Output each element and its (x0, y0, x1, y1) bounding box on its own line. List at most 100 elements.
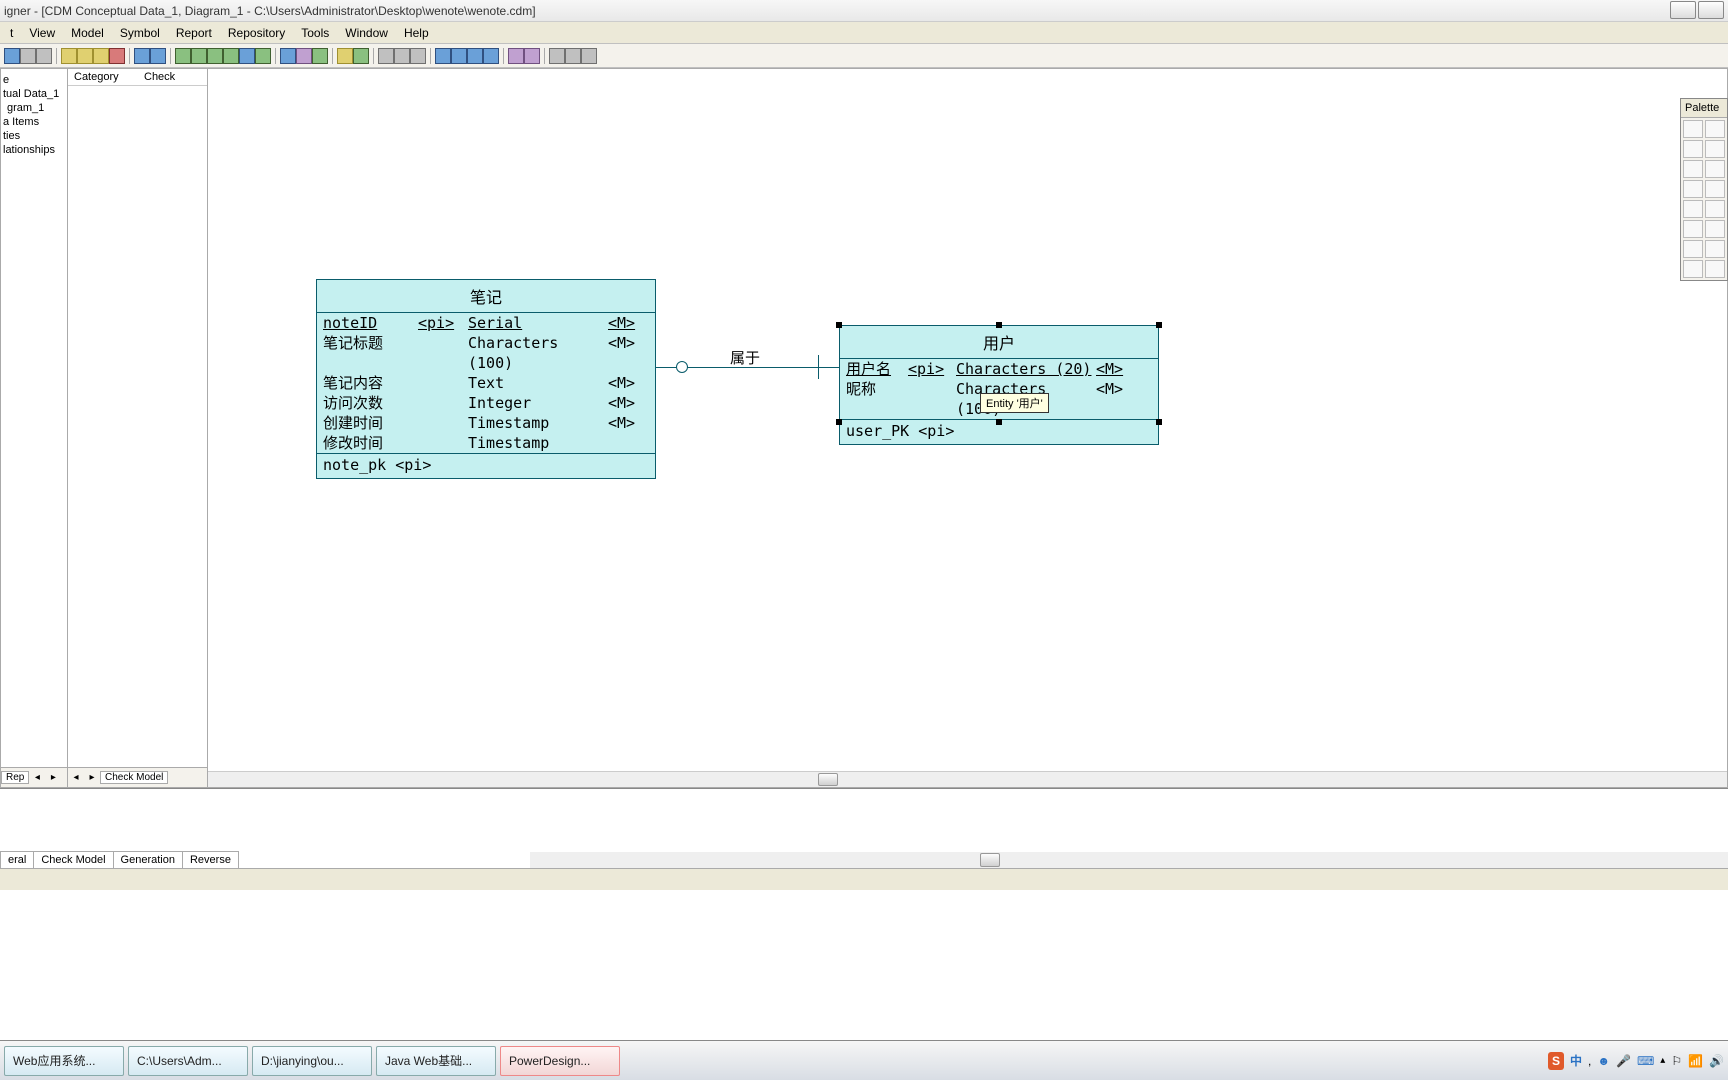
spell-icon[interactable] (337, 48, 353, 64)
check-panel[interactable]: Category Check ◂ ▸ Check Model (68, 68, 208, 788)
properties-icon[interactable] (191, 48, 207, 64)
restore-button[interactable] (1698, 1, 1724, 19)
menu-tools[interactable]: Tools (293, 24, 337, 42)
palette-title[interactable]: Palette (1681, 99, 1727, 118)
col-category[interactable]: Category (68, 69, 138, 85)
entity-note[interactable]: 笔记 noteID<pi>Serial<M> 笔记标题Characters (1… (316, 279, 656, 479)
browser-tree[interactable]: e tual Data_1 gram_1 a Items ties lation… (1, 69, 67, 161)
relationship-label[interactable]: 属于 (730, 347, 760, 368)
print-icon[interactable] (20, 48, 36, 64)
align-right-icon[interactable] (467, 48, 483, 64)
output-icon[interactable] (255, 48, 271, 64)
win-tilev-icon[interactable] (581, 48, 597, 64)
ime-lang[interactable]: 中 (1570, 1052, 1582, 1069)
output-horizontal-scrollbar[interactable] (530, 852, 1728, 868)
tab-scroll-right-icon[interactable]: ▸ (84, 772, 100, 783)
tool-pointer-icon[interactable] (1683, 120, 1703, 138)
menu-edit[interactable]: t (2, 24, 21, 42)
menu-model[interactable]: Model (63, 24, 112, 42)
tool-line-icon[interactable] (1705, 240, 1725, 258)
tool-zoomout-icon[interactable] (1705, 140, 1725, 158)
tool-zoomin-icon[interactable] (1683, 140, 1703, 158)
tray-volume-icon[interactable]: 🔊 (1709, 1054, 1724, 1068)
palette-toolbox[interactable]: Palette (1680, 98, 1728, 281)
redo-icon[interactable] (150, 48, 166, 64)
tool-link-icon[interactable] (1683, 220, 1703, 238)
tab-scroll-left-icon[interactable]: ◂ (68, 772, 84, 783)
tool-note-icon[interactable] (1705, 220, 1725, 238)
preview-icon[interactable] (36, 48, 52, 64)
tray-mic-icon[interactable]: 🎤 (1616, 1054, 1631, 1068)
list-icon[interactable] (207, 48, 223, 64)
check-icon[interactable] (223, 48, 239, 64)
font-icon[interactable] (353, 48, 369, 64)
tray-flag-icon[interactable]: ⚐ (1671, 1054, 1682, 1068)
task-item-active[interactable]: PowerDesign... (500, 1046, 620, 1076)
dist-h-icon[interactable] (508, 48, 524, 64)
win-cascade-icon[interactable] (549, 48, 565, 64)
menu-window[interactable]: Window (337, 24, 396, 42)
win-tileh-icon[interactable] (565, 48, 581, 64)
align-top-icon[interactable] (483, 48, 499, 64)
find-icon[interactable] (175, 48, 191, 64)
col-check[interactable]: Check (138, 69, 181, 85)
tab-reverse[interactable]: Reverse (182, 851, 239, 868)
tree-item[interactable]: gram_1 (3, 101, 65, 115)
tray-keyboard-icon[interactable]: ⌨ (1637, 1054, 1654, 1068)
menu-view[interactable]: View (21, 24, 63, 42)
tool-association-icon[interactable] (1705, 200, 1725, 218)
tree-item[interactable]: lationships (3, 143, 65, 157)
menu-repository[interactable]: Repository (220, 24, 293, 42)
menu-help[interactable]: Help (396, 24, 437, 42)
task-item[interactable]: D:\jianying\ou... (252, 1046, 372, 1076)
canvas-horizontal-scrollbar[interactable] (208, 771, 1727, 787)
tool-delete-icon[interactable] (1705, 160, 1725, 178)
menu-symbol[interactable]: Symbol (112, 24, 168, 42)
resize-handle[interactable] (1156, 322, 1162, 328)
paste-icon[interactable] (93, 48, 109, 64)
copy-icon[interactable] (77, 48, 93, 64)
tool-inheritance-icon[interactable] (1683, 200, 1703, 218)
resize-handle[interactable] (836, 419, 842, 425)
align-center-icon[interactable] (451, 48, 467, 64)
tab-scroll-left-icon[interactable]: ◂ (29, 772, 45, 783)
generate-icon[interactable] (280, 48, 296, 64)
entity-user[interactable]: 用户 用户名<pi>Characters (20)<M> 昵称Character… (839, 325, 1159, 445)
output-panel[interactable]: eral Check Model Generation Reverse (0, 788, 1728, 868)
align-left-icon[interactable] (435, 48, 451, 64)
task-item[interactable]: Java Web基础... (376, 1046, 496, 1076)
tray-network-icon[interactable]: 📶 (1688, 1054, 1703, 1068)
resize-handle[interactable] (996, 419, 1002, 425)
resize-handle[interactable] (836, 322, 842, 328)
task-item[interactable]: Web应用系统... (4, 1046, 124, 1076)
scrollbar-thumb[interactable] (818, 773, 838, 786)
cut-icon[interactable] (61, 48, 77, 64)
resize-handle[interactable] (996, 322, 1002, 328)
tool-rectangle-icon[interactable] (1705, 260, 1725, 278)
scrollbar-thumb[interactable] (980, 853, 1000, 867)
save-icon[interactable] (4, 48, 20, 64)
tray-face-icon[interactable]: ☻ (1597, 1054, 1610, 1068)
tab-generation[interactable]: Generation (113, 851, 183, 868)
diagram-canvas[interactable]: 笔记 noteID<pi>Serial<M> 笔记标题Characters (1… (208, 68, 1728, 788)
tree-item[interactable]: ties (3, 129, 65, 143)
tool-text-icon[interactable] (1683, 240, 1703, 258)
tool-cut-icon[interactable] (1683, 160, 1703, 178)
delete-icon[interactable] (109, 48, 125, 64)
tool-ellipse-icon[interactable] (1683, 260, 1703, 278)
back-icon[interactable] (378, 48, 394, 64)
tab-repository[interactable]: Rep (1, 771, 29, 784)
edit-icon[interactable] (312, 48, 328, 64)
resize-handle[interactable] (1156, 419, 1162, 425)
tab-scroll-right-icon[interactable]: ▸ (45, 772, 61, 783)
ime-icon[interactable]: S (1548, 1052, 1564, 1070)
browser-icon[interactable] (239, 48, 255, 64)
tool-grabber-icon[interactable] (1705, 120, 1725, 138)
home-icon[interactable] (394, 48, 410, 64)
minimize-button[interactable] (1670, 1, 1696, 19)
tab-general[interactable]: eral (0, 851, 34, 868)
dist-v-icon[interactable] (524, 48, 540, 64)
browser-panel[interactable]: e tual Data_1 gram_1 a Items ties lation… (0, 68, 68, 788)
tool-entity-icon[interactable] (1683, 180, 1703, 198)
tree-item[interactable]: a Items (3, 115, 65, 129)
